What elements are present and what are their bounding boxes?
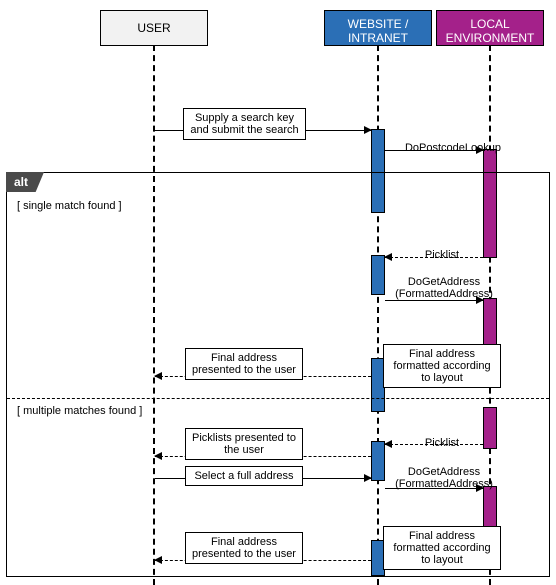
alt-divider bbox=[7, 398, 549, 399]
participant-user-label: USER bbox=[137, 21, 170, 35]
guard-single: [ single match found ] bbox=[15, 199, 124, 213]
arrowhead-icon bbox=[154, 556, 162, 564]
arrowhead-icon bbox=[364, 126, 372, 134]
msg-final-formatted-2: Final address formatted according to lay… bbox=[383, 526, 501, 570]
arrowhead-icon bbox=[384, 253, 392, 261]
msg-dogetaddress-1: DoGetAddress (FormattedAddress) bbox=[391, 273, 497, 303]
msg-final-formatted-1: Final address formatted according to lay… bbox=[383, 344, 501, 388]
arrowhead-icon bbox=[384, 440, 392, 448]
msg-dogetaddress-2: DoGetAddress (FormattedAddress) bbox=[391, 463, 497, 493]
msg-picklist-1: Picklist bbox=[416, 246, 468, 264]
msg-final-presented-2: Final address presented to the user bbox=[185, 532, 303, 564]
participant-local-label: LOCAL ENVIRONMENT bbox=[446, 17, 535, 45]
msg-supply-search: Supply a search key and submit the searc… bbox=[183, 108, 306, 140]
participant-local: LOCAL ENVIRONMENT bbox=[436, 10, 544, 46]
msg-select-address: Select a full address bbox=[185, 466, 303, 486]
arrowhead-icon bbox=[364, 474, 372, 482]
arrowhead-icon bbox=[154, 372, 162, 380]
participant-user: USER bbox=[100, 10, 208, 46]
msg-picklists-presented: Picklists presented to the user bbox=[185, 428, 303, 460]
participant-website-label: WEBSITE / INTRANET bbox=[348, 17, 409, 45]
arrowhead-icon bbox=[154, 452, 162, 460]
participant-website: WEBSITE / INTRANET bbox=[324, 10, 432, 46]
msg-picklist-2: Picklist bbox=[416, 434, 468, 452]
msg-dopostcode: DoPostcodeLookup bbox=[397, 139, 509, 157]
alt-tag: alt bbox=[6, 172, 44, 192]
guard-multiple: [ multiple matches found ] bbox=[15, 404, 144, 418]
msg-final-presented-1: Final address presented to the user bbox=[185, 348, 303, 380]
